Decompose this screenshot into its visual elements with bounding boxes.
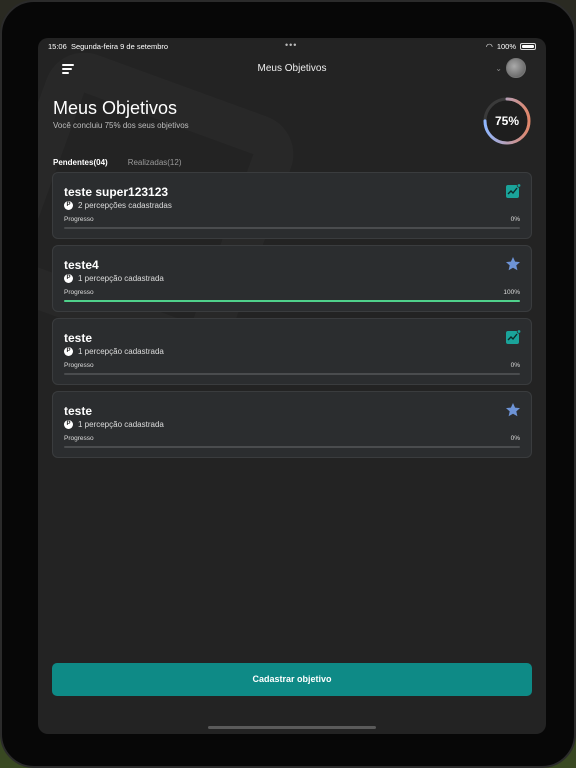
status-bar: 15:06 Segunda-feira 9 de setembro ••• ◠ …	[38, 38, 546, 54]
tablet-frame: 15:06 Segunda-feira 9 de setembro ••• ◠ …	[0, 0, 576, 768]
goal-tabs: Pendentes(04) Realizadas(12)	[53, 158, 182, 170]
goal-card[interactable]: teste P1 percepção cadastrada Progresso …	[52, 391, 532, 458]
progress-label: Progresso	[64, 362, 94, 369]
progress-value: 0%	[510, 362, 520, 369]
completion-ring: 75%	[482, 96, 532, 146]
progress-bar	[64, 446, 520, 448]
goal-perceptions: 1 percepção cadastrada	[78, 347, 164, 356]
progress-value: 100%	[503, 289, 520, 296]
page-subtitle: Você concluiu 75% dos seus objetivos	[53, 121, 189, 130]
perception-badge-icon: P	[64, 420, 73, 429]
chevron-down-icon: ⌄	[495, 63, 502, 73]
goal-title: teste4	[64, 258, 99, 272]
goal-list: teste super123123 P 2 percepções cadastra…	[52, 172, 532, 464]
status-time: 15:06	[48, 42, 67, 51]
battery-icon	[520, 43, 536, 50]
progress-bar	[64, 373, 520, 375]
goal-title: teste super123123	[64, 185, 169, 199]
star-icon	[506, 257, 520, 271]
chart-trend-icon	[506, 183, 521, 198]
battery-percent: 100%	[496, 42, 516, 51]
multitasking-dots-icon[interactable]: •••	[285, 40, 297, 50]
perception-badge-icon: P	[64, 347, 73, 356]
goal-title: teste	[64, 404, 93, 418]
app-screen: 15:06 Segunda-feira 9 de setembro ••• ◠ …	[38, 38, 546, 734]
star-icon	[506, 403, 520, 417]
goal-card[interactable]: teste4 P 1 percepção cadastrada Progresso…	[52, 245, 532, 312]
goal-card[interactable]: teste P1 percepção cadastrada Progresso …	[52, 318, 532, 385]
goal-perceptions: 1 percepção cadastrada	[78, 274, 164, 283]
avatar	[506, 58, 526, 78]
tab-pendentes[interactable]: Pendentes(04)	[53, 158, 108, 170]
progress-value: 0%	[510, 216, 520, 223]
progress-label: Progresso	[64, 435, 94, 442]
wifi-icon: ◠	[485, 42, 493, 51]
progress-fill	[64, 300, 520, 302]
top-bar: Meus Objetivos ⌄	[38, 56, 546, 82]
goal-title: teste	[64, 331, 93, 345]
goal-perceptions: 2 percepções cadastradas	[78, 201, 172, 210]
add-goal-button[interactable]: Cadastrar objetivo	[52, 663, 532, 696]
goal-card[interactable]: teste super123123 P 2 percepções cadastra…	[52, 172, 532, 239]
progress-label: Progresso	[64, 289, 94, 296]
perception-badge-icon: P	[64, 201, 73, 210]
progress-value: 0%	[510, 435, 520, 442]
tab-realizadas[interactable]: Realizadas(12)	[128, 158, 182, 170]
top-bar-title: Meus Objetivos	[257, 63, 327, 74]
completion-percent: 75%	[494, 114, 520, 128]
progress-label: Progresso	[64, 216, 94, 223]
home-indicator[interactable]	[208, 726, 376, 729]
perception-badge-icon: P	[64, 274, 73, 283]
profile-menu[interactable]: ⌄	[495, 58, 526, 78]
goal-perceptions: 1 percepção cadastrada	[78, 420, 164, 429]
status-date: Segunda-feira 9 de setembro	[70, 42, 169, 51]
progress-bar	[64, 227, 520, 229]
progress-bar	[64, 300, 520, 302]
chart-trend-icon	[506, 329, 521, 344]
page-title: Meus Objetivos	[53, 98, 178, 118]
